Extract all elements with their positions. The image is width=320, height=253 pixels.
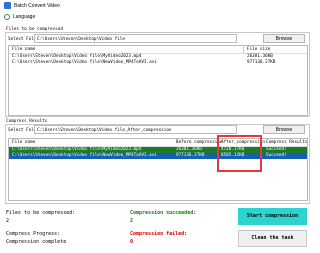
after-compression-highlight-box — [217, 135, 262, 172]
table-row[interactable]: C:\Users\Steven\Desktop\Video file\NewVi… — [9, 60, 307, 65]
source-col-divider — [243, 46, 244, 53]
source-row-name: C:\Users\Steven\Desktop\Video file\NewVi… — [12, 60, 157, 65]
results-file-list[interactable]: File name Before compression After_compr… — [8, 138, 308, 201]
results-col-name[interactable]: File name — [12, 140, 35, 145]
source-row-size: 977136.27KB — [247, 60, 276, 65]
start-compression-button[interactable]: Start compression — [238, 208, 307, 225]
table-row[interactable]: C:\Users\Steven\Desktop\Video file\MyVid… — [9, 54, 307, 59]
source-file-list[interactable]: File name File size C:\Users\Steven\Desk… — [8, 45, 308, 116]
language-icon — [4, 14, 10, 20]
results-browse-button[interactable]: Browse — [263, 125, 305, 134]
succeeded-value: 2 — [130, 218, 134, 224]
results-folder-path: C:\Users\Steven\Desktop\Video file_After… — [37, 128, 172, 133]
progress-value: Compression complete — [6, 239, 67, 245]
source-row-size: 26381.36KB — [247, 54, 273, 59]
to-compress-label: Files to be compressed: — [6, 210, 76, 216]
window-title: Batch Convert Video — [14, 3, 60, 9]
results-row-before: 26381.36KB — [176, 147, 202, 152]
results-row-result: Succeed! — [266, 147, 287, 152]
menu-bar: Language — [0, 12, 315, 22]
source-col-size[interactable]: File size — [247, 47, 270, 52]
succeeded-label: Compression succeeded: — [130, 210, 197, 216]
source-browse-button[interactable]: Browse — [263, 34, 305, 43]
results-row-before: 977136.27KB — [176, 153, 205, 158]
to-compress-value: 2 — [6, 218, 10, 224]
source-row-name: C:\Users\Steven\Desktop\Video file\MyVid… — [12, 54, 142, 59]
results-row-name: C:\Users\Steven\Desktop\Video file\MyVid… — [12, 147, 142, 152]
source-folder-path: C:\Users\Steven\Desktop\Video file — [37, 37, 125, 42]
progress-label: Compress Progress: — [6, 231, 61, 237]
clean-task-button[interactable]: Clean the task — [238, 230, 307, 247]
results-col-result[interactable]: Compress Results — [266, 140, 307, 145]
results-row-name: C:\Users\Steven\Desktop\Video file\NewVi… — [12, 153, 157, 158]
table-row[interactable]: C:\Users\Steven\Desktop\Video file\NewVi… — [9, 153, 307, 159]
results-col-before[interactable]: Before compression — [176, 140, 223, 145]
source-folder-input[interactable]: C:\Users\Steven\Desktop\Video file — [34, 34, 237, 43]
source-col-name[interactable]: File name — [12, 47, 35, 52]
results-row-result: Succeed! — [266, 153, 287, 158]
failed-value: 0 — [130, 239, 134, 245]
results-folder-input[interactable]: C:\Users\Steven\Desktop\Video file_After… — [34, 125, 237, 134]
app-icon — [4, 2, 11, 9]
menu-language[interactable]: Language — [13, 14, 35, 20]
title-bar: Batch Convert Video — [0, 0, 315, 12]
failed-label: Compression failed: — [130, 231, 188, 237]
